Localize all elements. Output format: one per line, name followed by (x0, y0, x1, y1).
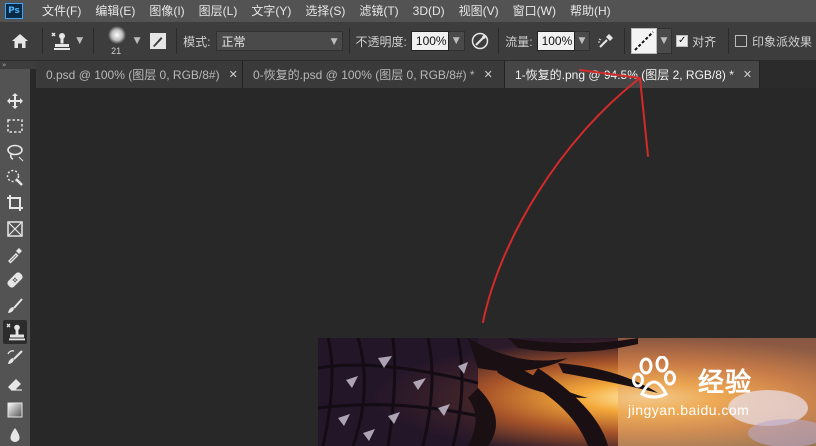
tab-0-psd[interactable]: 0.psd @ 100% (图层 0, RGB/8#) ✕ (36, 61, 243, 88)
brush-size-value: 21 (111, 46, 122, 56)
tab-label: 0-恢复的.psd @ 100% (图层 0, RGB/8#) * (253, 68, 475, 82)
chevron-down-icon[interactable]: ▼ (76, 36, 83, 46)
menu-type[interactable]: 文字(Y) (244, 0, 298, 22)
menu-image[interactable]: 图像(I) (142, 0, 191, 22)
chevron-down-icon: ▼ (578, 36, 586, 46)
clone-stamp-icon (6, 323, 25, 341)
baidu-jingyan-watermark: 经验 jingyan.baidu.com (628, 356, 816, 430)
eraser-icon (8, 379, 22, 391)
eraser-tool[interactable] (3, 372, 27, 396)
baidu-paw-logo-icon (632, 356, 676, 399)
chevron-down-icon: ▼ (660, 36, 668, 46)
move-tool[interactable] (3, 89, 27, 113)
menu-window[interactable]: 窗口(W) (506, 0, 563, 22)
chevron-down-icon[interactable]: ▼ (134, 36, 141, 46)
marquee-tool[interactable] (3, 114, 27, 138)
home-icon (11, 34, 28, 48)
menu-bar: Ps 文件(F) 编辑(E) 图像(I) 图层(L) 文字(Y) 选择(S) 滤… (0, 0, 816, 22)
history-brush-tool[interactable] (3, 346, 27, 370)
menu-layer[interactable]: 图层(L) (192, 0, 245, 22)
flow-input[interactable]: 100% (536, 31, 575, 51)
eyedropper-icon (8, 248, 22, 264)
history-brush-icon (7, 350, 23, 364)
blur-tool[interactable] (3, 423, 27, 446)
menu-view[interactable]: 视图(V) (452, 0, 506, 22)
opacity-pressure-button[interactable] (469, 29, 493, 53)
watermark-brand: 经验 (698, 368, 753, 398)
angle-preview[interactable] (630, 28, 657, 54)
close-icon[interactable]: ✕ (229, 68, 238, 81)
mode-value: 正常 (221, 34, 246, 49)
quick-select-tool[interactable] (3, 166, 27, 190)
lasso-icon (7, 144, 24, 162)
opacity-value: 100% (415, 34, 447, 48)
flow-value: 100% (541, 34, 573, 48)
close-icon[interactable]: ✕ (484, 68, 493, 81)
blur-icon (10, 428, 20, 442)
tab-label: 0.psd @ 100% (图层 0, RGB/8#) (46, 68, 220, 82)
photoshop-logo-icon: Ps (5, 3, 23, 19)
frame-icon (7, 221, 23, 237)
soft-brush-tip-icon (108, 26, 127, 44)
document-tabs: 0.psd @ 100% (图层 0, RGB/8#) ✕ 0-恢复的.psd … (36, 61, 816, 88)
clone-stamp-tool[interactable] (3, 320, 27, 344)
tab-label: 1-恢复的.png @ 94.5% (图层 2, RGB/8) * (515, 68, 734, 82)
align-checkbox[interactable]: ✓ (676, 35, 689, 47)
toolbox (0, 69, 31, 446)
marquee-icon (7, 119, 23, 133)
menu-select[interactable]: 选择(S) (298, 0, 352, 22)
healing-brush-tool[interactable] (3, 268, 27, 292)
crop-tool[interactable] (3, 191, 27, 215)
clone-stamp-icon (51, 32, 71, 50)
move-icon (7, 93, 23, 109)
tab-1-recovered-png[interactable]: 1-恢复的.png @ 94.5% (图层 2, RGB/8) * ✕ (505, 61, 760, 88)
flow-label: 流量: (505, 34, 533, 49)
brush-angle-icon (634, 31, 654, 51)
lasso-tool[interactable] (3, 140, 27, 164)
mode-label: 模式: (183, 34, 211, 49)
menu-edit[interactable]: 编辑(E) (88, 0, 142, 22)
opacity-label: 不透明度: (355, 34, 407, 49)
panel-collapse-button[interactable]: » (0, 61, 36, 69)
options-bar: ▼ 21 ▼ 模式: 正常 ▼ 不透明度: 100% ▼ 流量: 100% ▼ (0, 22, 816, 61)
impressionist-label: 印象派效果 (751, 34, 812, 49)
menu-3d[interactable]: 3D(D) (406, 0, 452, 22)
gradient-icon (7, 402, 23, 418)
airbrush-button[interactable] (594, 29, 618, 53)
brush-settings-panel-button[interactable] (147, 29, 171, 53)
airbrush-icon (598, 34, 614, 48)
eyedropper-tool[interactable] (3, 243, 27, 267)
angle-dropdown[interactable]: ▼ (656, 28, 673, 54)
opacity-input[interactable]: 100% (410, 31, 449, 51)
close-icon[interactable]: ✕ (743, 68, 752, 81)
tool-preset-picker[interactable] (49, 29, 73, 53)
menu-filter[interactable]: 滤镜(T) (352, 0, 405, 22)
tab-0-recovered-psd[interactable]: 0-恢复的.psd @ 100% (图层 0, RGB/8#) * ✕ (243, 61, 505, 88)
impressionist-checkbox[interactable] (735, 35, 747, 47)
chevron-down-icon: ▼ (452, 36, 460, 46)
align-label: 对齐 (692, 34, 717, 49)
chevron-down-icon: ▼ (330, 37, 338, 47)
healing-icon (7, 272, 23, 288)
flow-dropdown[interactable]: ▼ (574, 31, 591, 51)
mode-select[interactable]: 正常 ▼ (216, 31, 343, 51)
brush-icon (8, 298, 23, 313)
brush-tool[interactable] (3, 294, 27, 318)
menu-help[interactable]: 帮助(H) (563, 0, 618, 22)
crop-icon (7, 195, 23, 211)
frame-tool[interactable] (3, 217, 27, 241)
opacity-dropdown[interactable]: ▼ (448, 31, 465, 51)
menu-file[interactable]: 文件(F) (35, 0, 88, 22)
brush-panel-icon (150, 33, 167, 49)
gradient-tool[interactable] (3, 398, 27, 422)
pressure-icon (472, 32, 489, 50)
quick-select-icon (6, 169, 23, 186)
home-button[interactable] (8, 29, 32, 53)
brush-preset-picker[interactable]: 21 (102, 24, 132, 58)
watermark-url: jingyan.baidu.com (628, 402, 750, 418)
